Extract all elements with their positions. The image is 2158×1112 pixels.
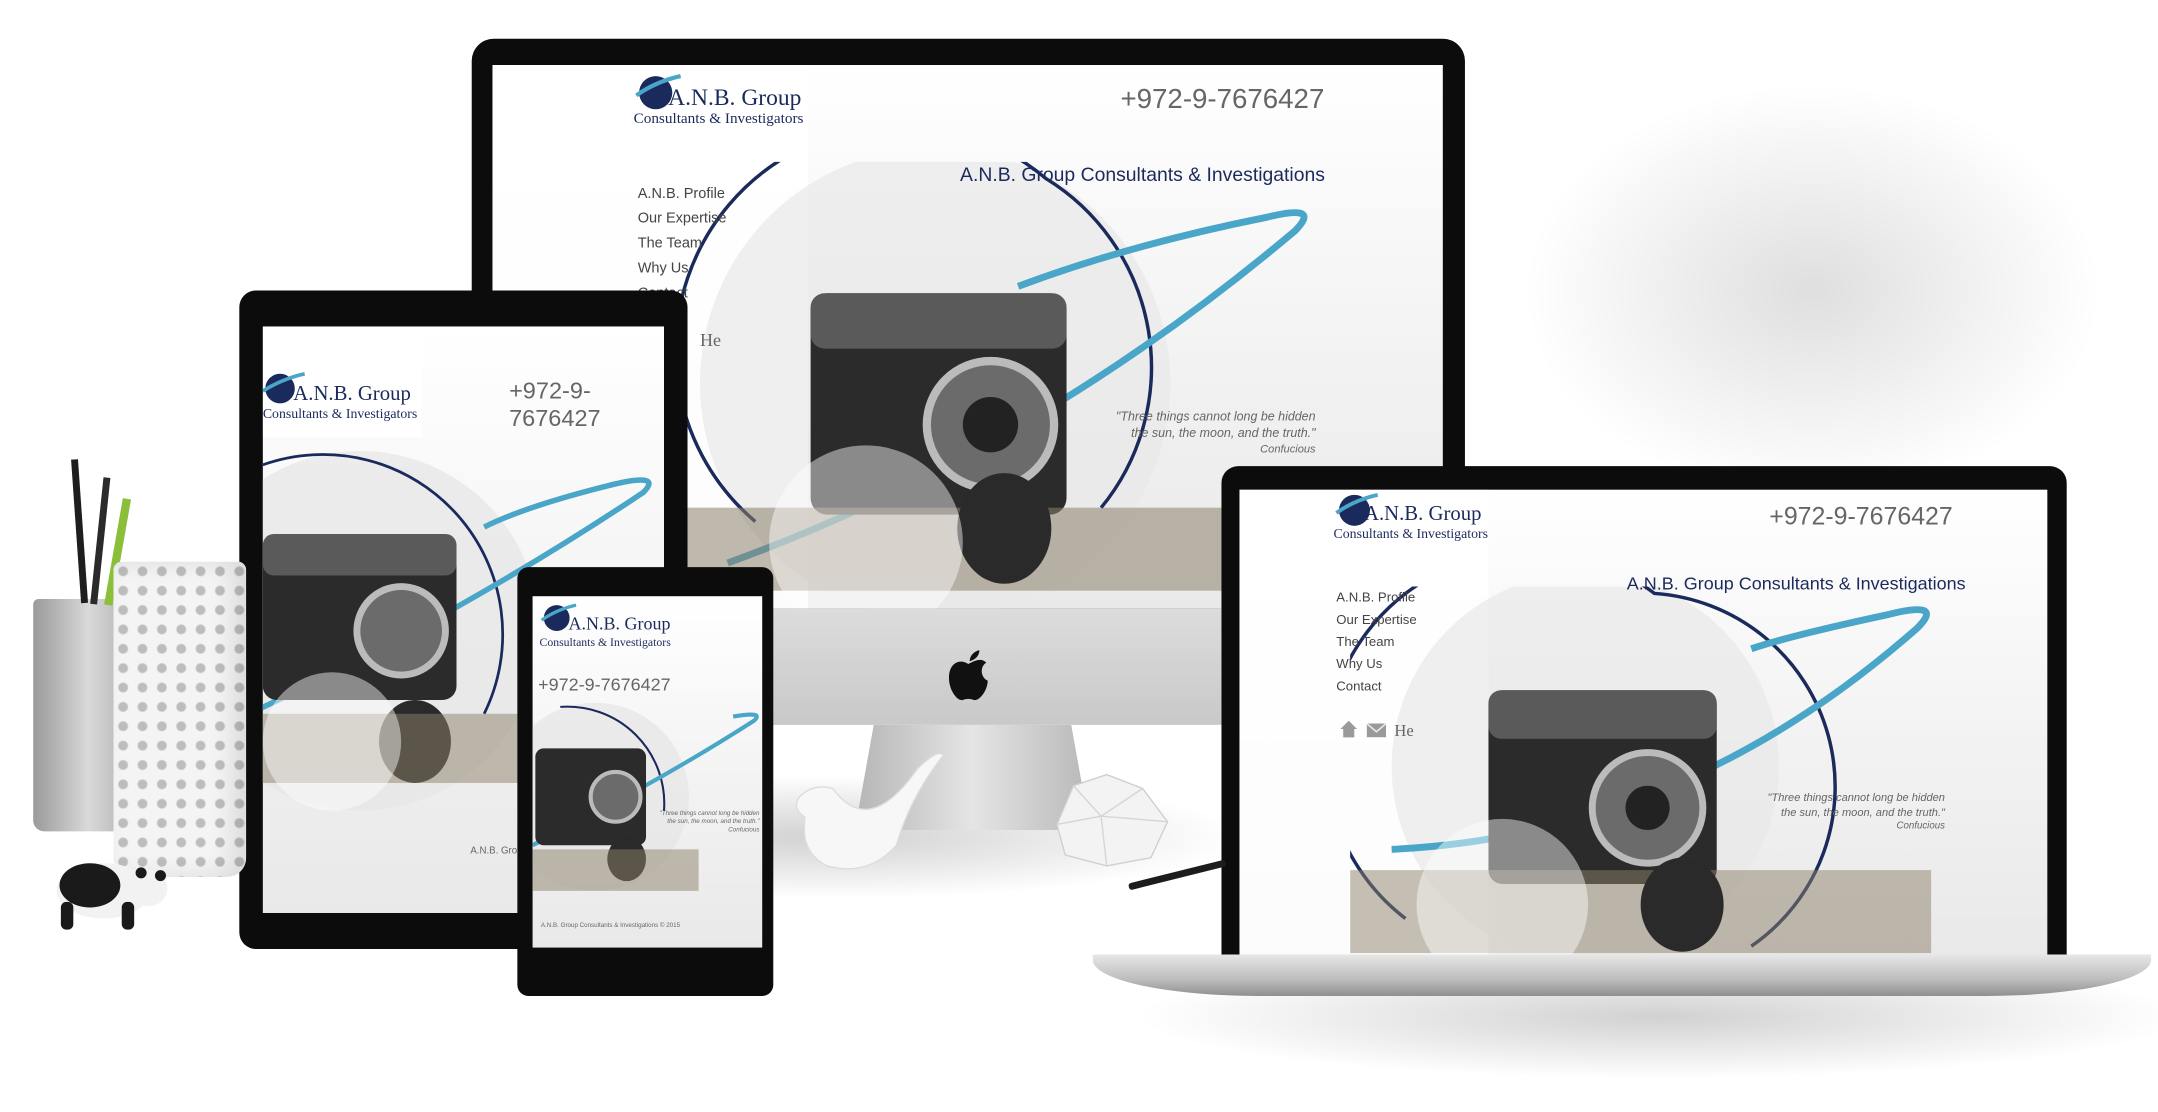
- logo-subtitle: Consultants & Investigators: [1333, 527, 1489, 543]
- logo-subtitle: Consultants & Investigators: [262, 406, 418, 422]
- quote-line-2: the sun, the moon, and the truth.": [1131, 426, 1316, 440]
- headline: A.N.B. Group Consultants & Investigation…: [1626, 572, 1966, 594]
- nav-item-expertise[interactable]: Our Expertise: [638, 206, 727, 231]
- main-nav: A.N.B. Profile Our Expertise The Team Wh…: [1336, 588, 1416, 699]
- apple-logo-icon: [948, 650, 988, 701]
- crumpled-paper: [1056, 773, 1169, 867]
- logo-subtitle: Consultants & Investigators: [633, 110, 804, 128]
- laptop-base: [1092, 954, 2152, 996]
- pencil: [71, 459, 89, 604]
- ambient-shadow: [1521, 82, 2103, 498]
- logo-title[interactable]: A.N.B. Group: [1364, 504, 1482, 528]
- house-icon[interactable]: [1339, 719, 1358, 738]
- quote-block: "Three things cannot long be hidden the …: [1696, 791, 1945, 835]
- quote-author: Confucious: [1260, 442, 1316, 456]
- phone-number[interactable]: +972-9-7676427: [538, 674, 670, 695]
- nav-item-why-us[interactable]: Why Us: [638, 256, 727, 281]
- logo-subtitle: Consultants & Investigators: [539, 634, 671, 649]
- phone-number[interactable]: +972-9-7676427: [509, 378, 664, 433]
- nav-item-contact[interactable]: Contact: [1336, 676, 1416, 698]
- main-nav: A.N.B. Profile Our Expertise The Team Wh…: [638, 181, 727, 305]
- laptop-screen: A.N.B. Group Consultants & Investigators…: [1239, 489, 2048, 955]
- mockup-scene: A.N.B. Group Consultants & Investigators…: [0, 0, 2158, 1090]
- nav-item-expertise[interactable]: Our Expertise: [1336, 610, 1416, 632]
- phone-hero-illustration: [532, 702, 759, 891]
- ceramic-bird: [795, 752, 945, 870]
- envelope-icon[interactable]: [1366, 723, 1387, 738]
- footer-text: A.N.B. Group Consultants & Investigation…: [540, 921, 681, 929]
- logo-title[interactable]: A.N.B. Group: [569, 613, 671, 635]
- hero-illustration: [1350, 586, 1932, 955]
- headline: A.N.B. Group Consultants & Investigation…: [960, 163, 1325, 186]
- nav-item-profile[interactable]: A.N.B. Profile: [1336, 588, 1416, 610]
- quote-line-1: "Three things cannot long be hidden: [1115, 409, 1316, 424]
- logo-title[interactable]: A.N.B. Group: [668, 84, 801, 112]
- quote-line-2: the sun, the moon, and the truth.": [667, 817, 760, 825]
- perforated-cup: [113, 561, 247, 878]
- quote-block: "Three things cannot long be hidden the …: [1046, 408, 1316, 458]
- quote-line-1: "Three things cannot long be hidden: [1767, 791, 1945, 804]
- phone-number[interactable]: +972-9-7676427: [1769, 502, 1952, 531]
- quote-block: "Three things cannot long be hidden the …: [649, 809, 760, 834]
- quote-author: Confucious: [1896, 821, 1945, 832]
- quote-line-1: "Three things cannot long be hidden: [659, 809, 760, 817]
- footer-text: A.N.B. Grou: [470, 846, 523, 857]
- logo-title[interactable]: A.N.B. Group: [293, 383, 411, 407]
- phone-number[interactable]: +972-9-7676427: [1120, 84, 1324, 116]
- quote-line-2: the sun, the moon, and the truth.": [1781, 805, 1945, 819]
- language-toggle[interactable]: He: [1394, 721, 1413, 742]
- phone-screen: A.N.B. Group Consultants & Investigators…: [532, 596, 763, 948]
- language-toggle[interactable]: He: [700, 329, 721, 351]
- nav-item-why-us[interactable]: Why Us: [1336, 654, 1416, 676]
- quote-author: Confucious: [728, 825, 760, 833]
- panda-figurine: [56, 863, 168, 930]
- nav-item-team[interactable]: The Team: [1336, 632, 1416, 654]
- nav-item-profile[interactable]: A.N.B. Profile: [638, 181, 727, 206]
- nav-item-team[interactable]: The Team: [638, 231, 727, 256]
